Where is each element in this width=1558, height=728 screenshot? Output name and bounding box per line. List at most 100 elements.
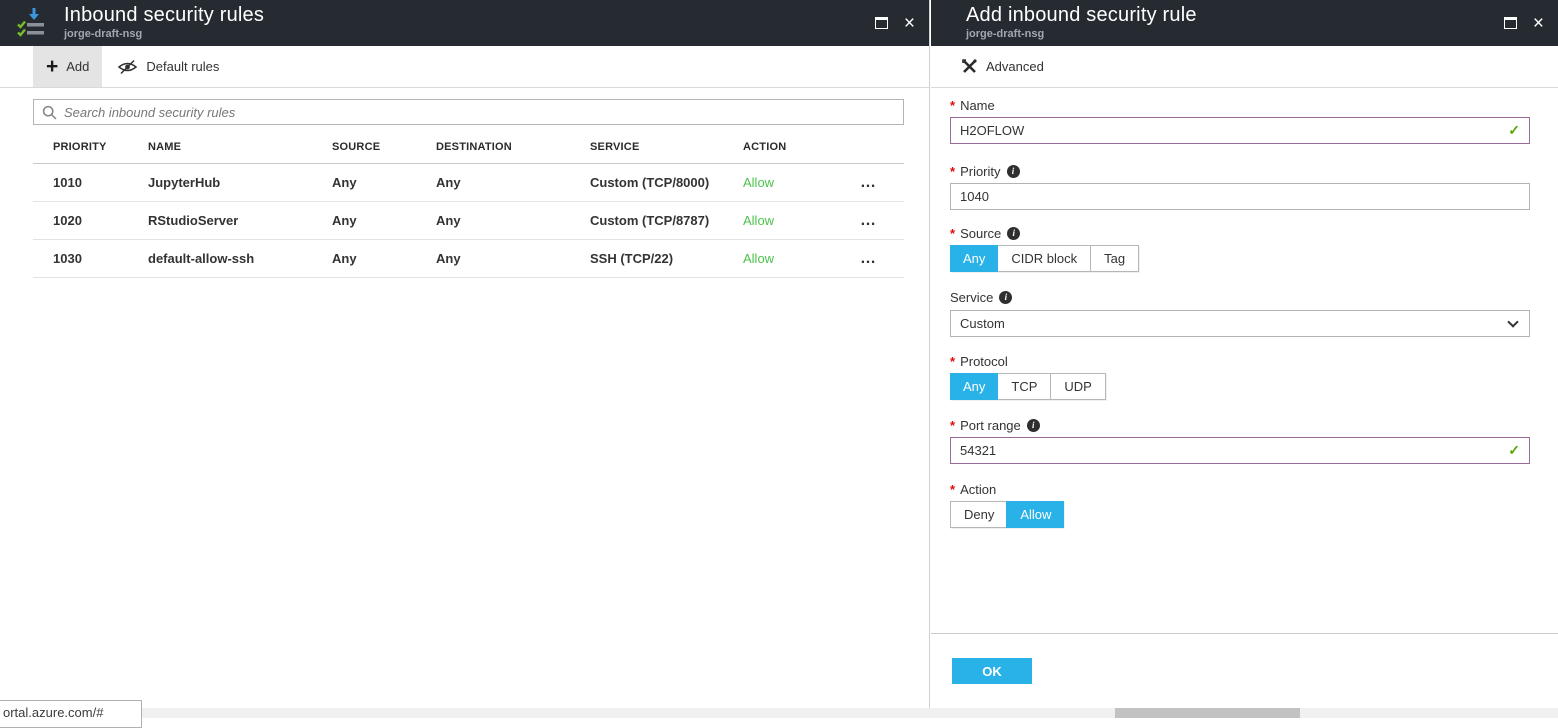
source-option-cidr-block[interactable]: CIDR block xyxy=(997,246,1090,271)
cell-service: Custom (TCP/8787) xyxy=(590,213,743,228)
service-select[interactable]: Custom xyxy=(950,310,1530,337)
service-select-value: Custom xyxy=(960,316,1005,331)
left-blade-title: Inbound security rules xyxy=(64,5,264,27)
table-header-row: PRIORITY NAME SOURCE DESTINATION SERVICE… xyxy=(33,125,904,164)
advanced-label: Advanced xyxy=(986,59,1044,74)
name-label: * Name xyxy=(950,98,1530,113)
protocol-toggle: Any TCP UDP xyxy=(950,373,1530,400)
source-field: * Source i xyxy=(950,226,1530,241)
port-range-input-wrap: ✓ xyxy=(950,437,1530,464)
priority-input[interactable] xyxy=(960,189,1520,204)
eye-slash-icon xyxy=(117,59,138,75)
column-header-destination: DESTINATION xyxy=(436,141,590,153)
cell-priority: 1030 xyxy=(33,251,148,266)
protocol-label: * Protocol xyxy=(950,354,1530,369)
left-toolbar: + Add Default rules xyxy=(0,46,929,88)
close-icon[interactable]: × xyxy=(1533,14,1544,33)
row-menu-button[interactable]: … xyxy=(860,254,904,264)
info-icon[interactable]: i xyxy=(1007,165,1020,178)
maximize-icon[interactable] xyxy=(1504,17,1517,29)
column-header-priority: PRIORITY xyxy=(33,141,148,153)
port-range-field: * Port range i xyxy=(950,418,1530,433)
info-icon[interactable]: i xyxy=(1007,227,1020,240)
add-inbound-security-rule-blade: Add inbound security rule jorge-draft-ns… xyxy=(931,0,1558,708)
protocol-option-udp[interactable]: UDP xyxy=(1050,374,1104,399)
required-asterisk: * xyxy=(950,418,955,433)
priority-label: * Priority i xyxy=(950,164,1530,179)
cell-priority: 1010 xyxy=(33,175,148,190)
column-header-action: ACTION xyxy=(743,141,860,153)
default-rules-button[interactable]: Default rules xyxy=(102,46,234,87)
name-input-wrap: ✓ xyxy=(950,117,1530,144)
plus-icon: + xyxy=(46,57,58,77)
right-toolbar: Advanced xyxy=(931,46,1558,88)
right-blade-title: Add inbound security rule xyxy=(966,5,1197,27)
cell-action: Allow xyxy=(743,175,860,190)
info-icon[interactable]: i xyxy=(1027,419,1040,432)
left-blade-header: Inbound security rules jorge-draft-nsg × xyxy=(0,0,929,46)
action-option-allow[interactable]: Allow xyxy=(1006,501,1064,528)
horizontal-scrollbar-thumb[interactable] xyxy=(1115,708,1300,718)
cell-name: RStudioServer xyxy=(148,213,332,228)
port-range-label: * Port range i xyxy=(950,418,1530,433)
cell-source: Any xyxy=(332,251,436,266)
required-asterisk: * xyxy=(950,98,955,113)
source-toggle: Any CIDR block Tag xyxy=(950,245,1530,272)
priority-input-wrap xyxy=(950,183,1530,210)
right-blade-header: Add inbound security rule jorge-draft-ns… xyxy=(931,0,1558,46)
left-blade-subtitle: jorge-draft-nsg xyxy=(64,29,264,41)
advanced-button[interactable]: Advanced xyxy=(961,46,1059,87)
table-row[interactable]: 1020 RStudioServer Any Any Custom (TCP/8… xyxy=(33,202,904,240)
name-input[interactable] xyxy=(960,123,1508,138)
row-menu-button[interactable]: … xyxy=(860,178,904,188)
table-row[interactable]: 1030 default-allow-ssh Any Any SSH (TCP/… xyxy=(33,240,904,278)
source-option-tag[interactable]: Tag xyxy=(1090,246,1138,271)
required-asterisk: * xyxy=(950,354,955,369)
default-rules-label: Default rules xyxy=(146,59,219,74)
cell-action: Allow xyxy=(743,251,860,266)
action-option-deny[interactable]: Deny xyxy=(951,502,1007,527)
maximize-icon[interactable] xyxy=(875,17,888,29)
action-field: * Action xyxy=(950,482,1530,497)
right-blade-subtitle: jorge-draft-nsg xyxy=(966,29,1197,41)
rules-table: PRIORITY NAME SOURCE DESTINATION SERVICE… xyxy=(33,125,904,278)
column-header-service: SERVICE xyxy=(590,141,743,153)
column-header-name: NAME xyxy=(148,141,332,153)
cell-service: SSH (TCP/22) xyxy=(590,251,743,266)
info-icon[interactable]: i xyxy=(999,291,1012,304)
cell-source: Any xyxy=(332,213,436,228)
cell-name: JupyterHub xyxy=(148,175,332,190)
required-asterisk: * xyxy=(950,226,955,241)
add-button-label: Add xyxy=(66,59,89,74)
protocol-field: * Protocol xyxy=(950,354,1530,369)
ok-button[interactable]: OK xyxy=(952,658,1032,684)
table-row[interactable]: 1010 JupyterHub Any Any Custom (TCP/8000… xyxy=(33,164,904,202)
required-asterisk: * xyxy=(950,164,955,179)
cell-service: Custom (TCP/8000) xyxy=(590,175,743,190)
protocol-option-any[interactable]: Any xyxy=(950,373,998,400)
inbound-security-rules-icon xyxy=(16,6,52,40)
cell-priority: 1020 xyxy=(33,213,148,228)
port-range-input[interactable] xyxy=(960,443,1508,458)
protocol-option-tcp[interactable]: TCP xyxy=(997,374,1050,399)
close-icon[interactable]: × xyxy=(904,14,915,33)
add-button[interactable]: + Add xyxy=(33,46,102,87)
cell-destination: Any xyxy=(436,213,590,228)
valid-check-icon: ✓ xyxy=(1508,442,1520,459)
column-header-source: SOURCE xyxy=(332,141,436,153)
source-label: * Source i xyxy=(950,226,1530,241)
inbound-security-rules-blade: Inbound security rules jorge-draft-nsg ×… xyxy=(0,0,930,708)
cell-source: Any xyxy=(332,175,436,190)
source-option-any[interactable]: Any xyxy=(950,245,998,272)
cell-action: Allow xyxy=(743,213,860,228)
cell-name: default-allow-ssh xyxy=(148,251,332,266)
search-icon xyxy=(42,105,57,120)
priority-field: * Priority i xyxy=(950,164,1530,179)
horizontal-scrollbar-track[interactable] xyxy=(0,708,1558,718)
search-input[interactable] xyxy=(64,105,895,120)
action-label: * Action xyxy=(950,482,1530,497)
name-field: * Name xyxy=(950,98,1530,113)
row-menu-button[interactable]: … xyxy=(860,216,904,226)
blade-footer: OK xyxy=(931,633,1558,708)
action-toggle: Deny Allow xyxy=(950,501,1530,528)
